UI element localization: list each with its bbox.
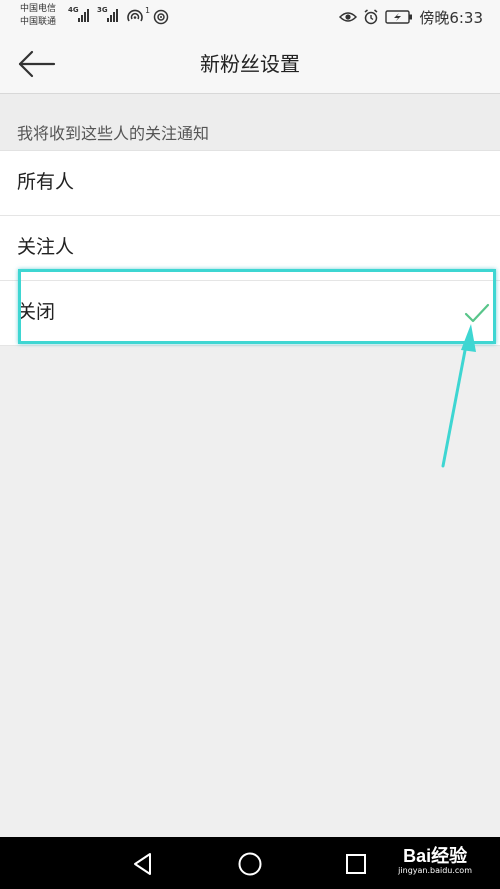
status-time: 傍晚6:33 xyxy=(419,8,483,27)
signal-bars-icon xyxy=(107,8,121,22)
battery-charging-icon xyxy=(385,10,413,24)
signal-bars-icon xyxy=(78,8,92,22)
back-button[interactable] xyxy=(16,46,58,82)
nav-bar: Bai经验 jingyan.baidu.com xyxy=(0,837,500,889)
checkmark-icon xyxy=(464,303,490,323)
watermark: Bai经验 jingyan.baidu.com xyxy=(398,846,472,876)
nav-back-button[interactable] xyxy=(130,851,156,877)
watermark-url: jingyan.baidu.com xyxy=(398,866,472,875)
option-label: 所有人 xyxy=(17,171,75,193)
watermark-logo: Bai经验 xyxy=(403,846,468,866)
carrier-2: 中国联通 xyxy=(20,17,57,27)
back-triangle-icon xyxy=(134,853,151,875)
recents-square-icon xyxy=(346,854,366,874)
arrow-left-icon xyxy=(18,50,56,78)
option-followed[interactable]: 关注人 xyxy=(0,216,500,281)
hotspot-icon xyxy=(127,9,143,22)
notification-options-list: 所有人 关注人 关闭 xyxy=(0,150,500,346)
alarm-icon xyxy=(364,9,378,25)
nav-recents-button[interactable] xyxy=(343,851,369,877)
nav-home-button[interactable] xyxy=(237,851,263,877)
eye-icon xyxy=(339,12,358,22)
section-header-text: 我将收到这些人的关注通知 xyxy=(17,124,210,143)
signal-2: 3G xyxy=(97,6,123,24)
option-label: 关注人 xyxy=(17,236,75,258)
status-right: 傍晚6:33 xyxy=(339,7,483,27)
section-header: 我将收到这些人的关注通知 xyxy=(0,94,500,150)
page-title: 新粉丝设置 xyxy=(200,52,300,76)
home-circle-icon xyxy=(238,852,262,876)
option-off[interactable]: 关闭 xyxy=(0,281,500,346)
carrier-names: 中国电信 中国联通 xyxy=(20,3,56,29)
hotspot-badge: 1 xyxy=(145,6,151,15)
wifi-hotspot-icon xyxy=(153,9,169,25)
carrier-1: 中国电信 xyxy=(20,4,57,14)
option-label: 关闭 xyxy=(17,301,56,323)
toolbar: 新粉丝设置 xyxy=(0,34,500,94)
status-bar: 中国电信 中国联通 4G 3G 1 傍晚6:33 xyxy=(0,0,500,34)
option-everyone[interactable]: 所有人 xyxy=(0,151,500,216)
signal-1: 4G xyxy=(68,6,94,24)
